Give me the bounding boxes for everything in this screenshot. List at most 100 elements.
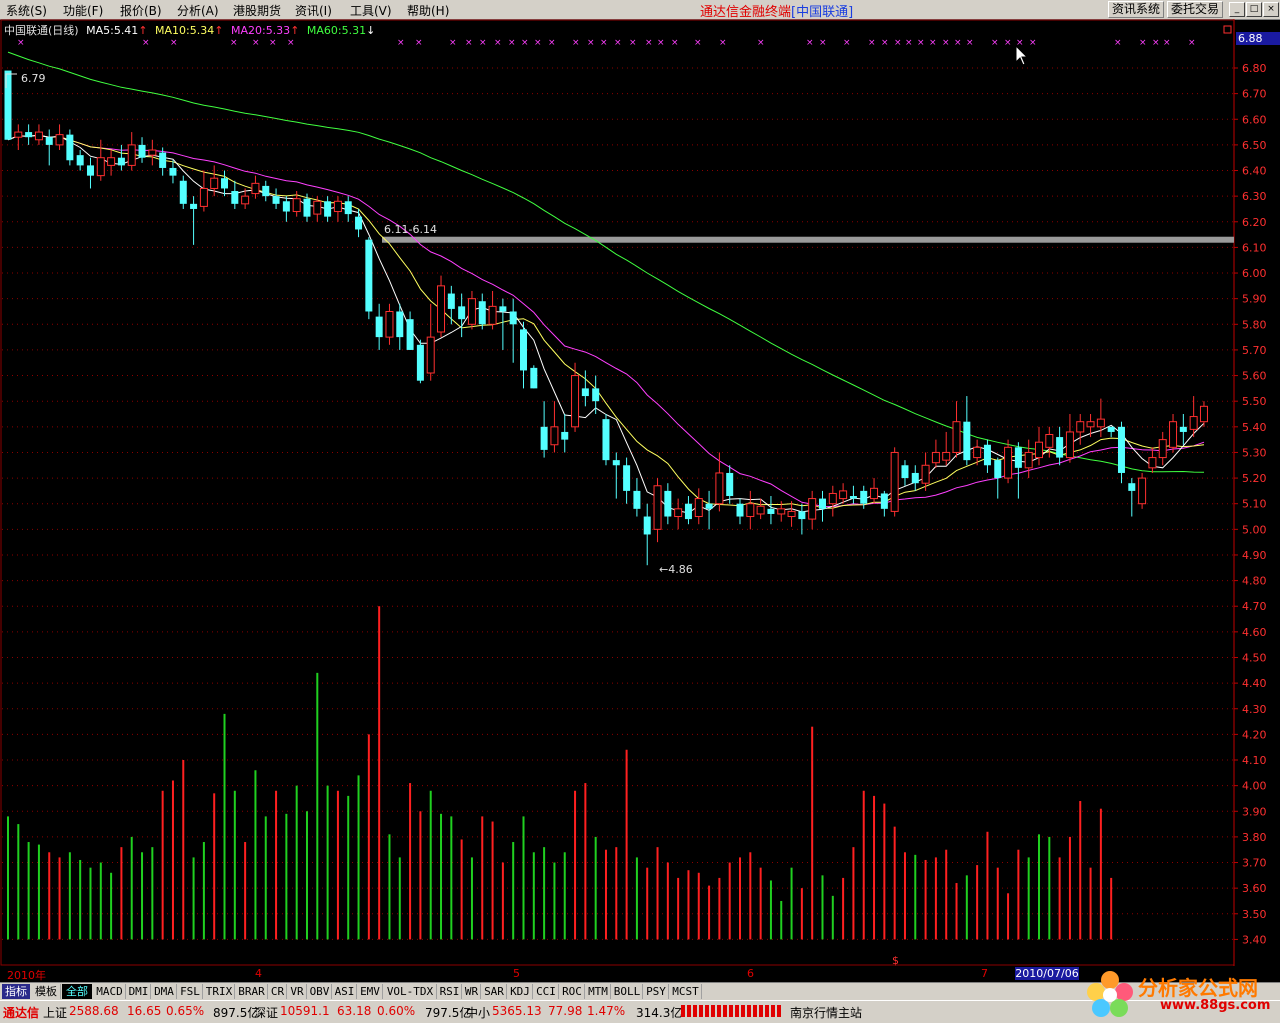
candle-body <box>159 152 167 168</box>
server-name[interactable]: 南京行情主站 <box>790 1004 862 1021</box>
candle-body <box>818 498 826 509</box>
candle-body <box>994 460 1002 479</box>
y-tick-label: 5.30 <box>1242 446 1267 459</box>
volume-bar <box>821 875 824 940</box>
tab-dmi[interactable]: DMI <box>127 984 151 999</box>
zx-index: 5365.13 <box>492 1004 542 1018</box>
volume-bar <box>470 857 473 940</box>
volume-bar <box>141 852 144 940</box>
minimize-icon[interactable]: _ <box>1229 2 1245 17</box>
tab-brar[interactable]: BRAR <box>236 984 268 999</box>
y-tick-label: 4.80 <box>1242 575 1267 588</box>
tab-roc[interactable]: ROC <box>560 984 585 999</box>
candle-body <box>190 203 198 209</box>
volume-bar <box>955 883 958 940</box>
candle-body <box>127 144 136 166</box>
volume-bar <box>976 865 979 940</box>
volume-bar <box>347 795 350 940</box>
candle-body <box>530 367 538 389</box>
maximize-icon[interactable]: □ <box>1246 2 1262 17</box>
signal-marker: × <box>905 38 913 48</box>
volume-bar <box>223 713 226 940</box>
tab-trix[interactable]: TRIX <box>204 984 235 999</box>
candle-body <box>396 311 404 338</box>
volume-bar <box>790 867 793 940</box>
tab-sar[interactable]: SAR <box>482 984 507 999</box>
y-tick-label: 6.70 <box>1242 88 1267 101</box>
signal-marker: × <box>757 38 765 48</box>
menu-quote[interactable]: 报价(B) <box>120 2 162 19</box>
menu-news[interactable]: 资讯(I) <box>295 2 332 19</box>
high-annotation: 6.79 <box>21 72 46 85</box>
volume-bar <box>625 749 628 940</box>
tab-boll[interactable]: BOLL <box>612 984 643 999</box>
candle-body <box>148 149 157 156</box>
volume-bar <box>759 867 762 940</box>
tab-kdj[interactable]: KDJ <box>508 984 533 999</box>
volume-bar <box>728 862 731 940</box>
tab-fsl[interactable]: FSL <box>178 984 203 999</box>
zx-amount: 314.3亿 <box>636 1006 683 1020</box>
menu-hk-futures[interactable]: 港股期货 <box>233 2 281 19</box>
tab-dma[interactable]: DMA <box>152 984 177 999</box>
candle-body <box>179 180 187 204</box>
candle-body <box>1065 431 1074 459</box>
sh-index: 2588.68 <box>69 1004 119 1018</box>
tab-rsi[interactable]: RSI <box>438 984 462 999</box>
volume-bar <box>635 857 638 940</box>
volume-bar <box>1058 857 1061 940</box>
menu-system[interactable]: 系统(S) <box>6 2 47 19</box>
candle-body <box>736 503 744 517</box>
tab-wr[interactable]: WR <box>463 984 481 999</box>
candle-body <box>653 485 662 530</box>
tab-indicator[interactable]: 指标 <box>2 984 30 999</box>
tab-asi[interactable]: ASI <box>333 984 357 999</box>
tab-template[interactable]: 模板 <box>32 984 61 999</box>
sz-change: 63.18 <box>337 1004 372 1018</box>
tab-obv[interactable]: OBV <box>308 984 332 999</box>
menu-function[interactable]: 功能(F) <box>63 2 103 19</box>
volume-bar <box>852 847 855 940</box>
volume-bar <box>862 790 865 940</box>
tab-vr[interactable]: VR <box>288 984 307 999</box>
volume-bar <box>89 867 92 940</box>
kline-chart[interactable]: 6.80 6.70 6.60 6.50 6.40 6.30 6.20 6.10 6.00 5.90… <box>0 19 1280 966</box>
tab-cci[interactable]: CCI <box>534 984 559 999</box>
info-system-button[interactable]: 资讯系统 <box>1108 1 1165 18</box>
candle-body <box>488 305 497 325</box>
candle-body <box>138 144 146 158</box>
candle-body <box>767 508 775 514</box>
y-tick-label: 3.50 <box>1242 908 1267 921</box>
tab-cr[interactable]: CR <box>269 984 287 999</box>
menu-help[interactable]: 帮助(H) <box>407 2 449 19</box>
y-tick-label: 4.20 <box>1242 728 1267 741</box>
signal-marker: × <box>572 38 580 48</box>
tab-all[interactable]: 全部 <box>62 984 92 999</box>
signal-marker: × <box>287 38 295 48</box>
volume-bar <box>739 857 742 940</box>
tab-macd[interactable]: MACD <box>94 984 126 999</box>
volume-bar <box>388 834 391 940</box>
tab-psy[interactable]: PSY <box>644 984 669 999</box>
candle-body <box>1138 477 1147 505</box>
y-tick-label: 3.70 <box>1242 857 1267 870</box>
candle-body <box>1128 483 1136 491</box>
candle-body <box>406 319 414 350</box>
trade-button[interactable]: 委托交易 <box>1167 1 1224 18</box>
menu-analysis[interactable]: 分析(A) <box>177 2 219 19</box>
candle-body <box>34 131 43 141</box>
tab-mtm[interactable]: MTM <box>586 984 611 999</box>
candle-body <box>571 375 580 428</box>
close-icon[interactable]: × <box>1263 2 1279 17</box>
candle-body <box>756 505 765 515</box>
signal-marker: × <box>269 38 277 48</box>
tab-mcst[interactable]: MCST <box>670 984 702 999</box>
tab-emv[interactable]: EMV <box>358 984 383 999</box>
logo-url: www.88gs.com <box>1160 998 1271 1013</box>
candle-body <box>931 451 940 464</box>
volume-bar <box>800 888 803 940</box>
menu-tools[interactable]: 工具(V) <box>350 2 392 19</box>
volume-bar <box>48 852 51 940</box>
tab-vol-tdx[interactable]: VOL-TDX <box>384 984 437 999</box>
candle-body <box>612 460 620 466</box>
